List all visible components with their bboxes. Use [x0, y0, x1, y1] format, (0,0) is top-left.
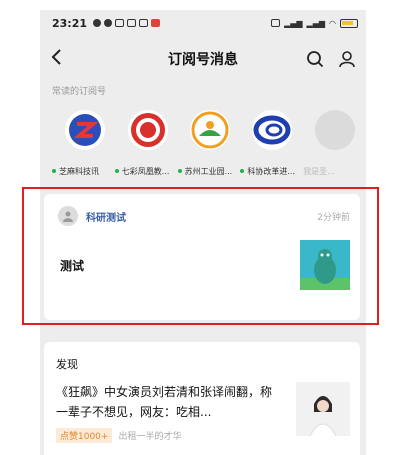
status-right: ▂▄▆ ▂▄▆ ◠	[271, 18, 358, 28]
notification-icon	[115, 19, 125, 27]
back-icon[interactable]	[50, 47, 74, 72]
frequent-names: 芝麻科技讯 七彩凤凰教... 苏州工业园... 科协改革进... 我是圣...	[40, 162, 366, 180]
notification-icon	[93, 19, 102, 27]
frequent-account-name[interactable]: 芝麻科技讯	[52, 166, 115, 177]
message-title[interactable]: 测试	[60, 257, 84, 274]
article-title[interactable]: 《狂飙》中女演员刘若清和张译闹翻，称一辈子不想见，网友：吃相...	[56, 382, 282, 422]
discover-label: 发现	[56, 358, 78, 371]
battery-icon	[340, 18, 358, 28]
likes-badge: 点赞1000+	[56, 428, 113, 443]
account-avatar	[314, 110, 355, 150]
frequent-account-item[interactable]	[179, 110, 241, 162]
frequent-account-item[interactable]	[116, 110, 178, 162]
wifi-icon: ◠	[329, 18, 336, 28]
discover-section: 发现 《狂飙》中女演员刘若清和张译闹翻，称一辈子不想见，网友：吃相... 点赞1…	[44, 342, 360, 455]
article-meta: 点赞1000+ 出租一半的才华	[56, 428, 282, 443]
account-avatar	[127, 110, 168, 150]
account-avatar	[252, 110, 293, 150]
article-thumbnail	[296, 382, 350, 436]
signal-icon: ▂▄▆	[306, 18, 326, 28]
frequent-account-name[interactable]: 我是圣...	[303, 166, 366, 177]
notification-icon	[104, 19, 113, 27]
user-avatar-icon	[58, 206, 78, 226]
frequent-accounts	[40, 100, 366, 162]
nav-bar: 订阅号消息	[40, 36, 366, 82]
profile-icon[interactable]	[338, 50, 356, 68]
message-card[interactable]: 科研测试 2分钟前 测试	[44, 194, 360, 320]
frequent-account-name[interactable]: 苏州工业园...	[177, 166, 241, 177]
notification-icon	[139, 19, 149, 27]
account-avatar	[65, 110, 106, 150]
card-header: 科研测试 2分钟前	[44, 194, 360, 226]
frequent-account-name[interactable]: 科协改革进...	[240, 166, 303, 177]
frequent-account-item[interactable]	[241, 110, 303, 162]
account-avatar	[190, 110, 231, 150]
article-source: 出租一半的才华	[118, 432, 182, 442]
phone-screen: 23:21 ▂▄▆ ▂▄▆ ◠ 订阅号消息 常读的订阅号 芝麻科技讯 七彩凤凰教…	[40, 10, 366, 455]
sim-icon	[271, 19, 281, 27]
frequent-account-name[interactable]: 七彩凤凰教...	[114, 166, 178, 177]
signal-icon: ▂▄▆	[284, 18, 303, 28]
notification-icons	[93, 19, 161, 27]
notification-icon	[151, 19, 161, 27]
status-bar: 23:21 ▂▄▆ ▂▄▆ ◠	[40, 10, 366, 36]
notification-icon	[127, 19, 137, 27]
frequent-label: 常读的订阅号	[52, 87, 107, 97]
frequent-account-item[interactable]	[304, 110, 366, 162]
search-icon[interactable]	[306, 50, 324, 68]
nav-actions	[306, 50, 356, 68]
card-body: 测试	[44, 226, 360, 290]
discover-article[interactable]: 《狂飙》中女演员刘若清和张译闹翻，称一辈子不想见，网友：吃相... 点赞1000…	[44, 372, 360, 443]
status-time: 23:21	[52, 16, 88, 30]
message-thumbnail	[300, 240, 350, 290]
message-time: 2分钟前	[317, 212, 350, 223]
frequent-account-item[interactable]	[54, 110, 116, 162]
account-name[interactable]: 科研测试	[86, 209, 126, 224]
